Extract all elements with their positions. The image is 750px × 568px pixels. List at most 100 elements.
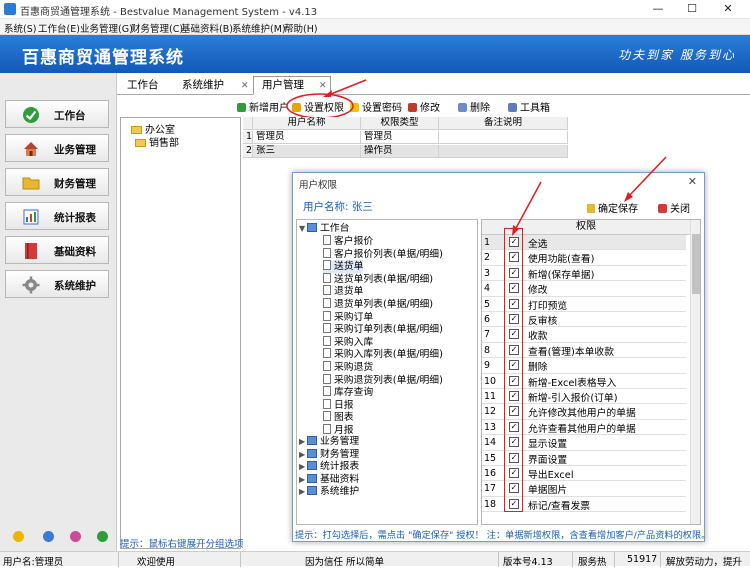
menu-system[interactable]: 系统(S) <box>4 21 36 35</box>
tree-node-function[interactable]: 图表 <box>323 411 354 424</box>
row-number: 12 <box>484 406 497 418</box>
tab-maintenance[interactable]: 系统维护 <box>182 77 224 95</box>
tree-node-function[interactable]: 客户报价列表(单据/明细) <box>323 247 443 261</box>
expand-icon: ▶ <box>299 449 306 459</box>
group-icon <box>307 223 317 232</box>
menu-basic-data[interactable]: 基础资料(B) <box>181 21 233 35</box>
permission-label: 新增-引入报价(订单) <box>528 393 618 404</box>
status-divider <box>660 552 661 567</box>
document-icon <box>323 361 331 371</box>
annotation-arrow <box>624 156 667 202</box>
tree-node-function[interactable]: 送货单 <box>323 260 364 274</box>
tree-node-group[interactable]: ▶ 基础资料 <box>299 473 360 486</box>
tree-node-function[interactable]: 库存查询 <box>323 386 373 399</box>
tree-node-group[interactable]: ▶ 财务管理 <box>299 448 359 461</box>
status-divider <box>118 552 119 567</box>
status-bar: 用户名:管理员 欢迎使用 因为信任 所以简单 版本号4.13 服务热 51917… <box>0 551 750 568</box>
nav-finance-button[interactable]: 财务管理 <box>5 168 109 196</box>
permission-label: 收款 <box>528 331 548 343</box>
trash-icon <box>458 103 467 112</box>
dialog-close-icon[interactable]: ✕ <box>688 175 697 188</box>
delete-button[interactable]: 删除 <box>458 99 490 114</box>
maximize-button[interactable]: ☐ <box>672 0 712 19</box>
nav-label: 业务管理 <box>54 144 96 156</box>
lock-icon <box>587 204 595 213</box>
highlight-box <box>504 228 523 512</box>
document-icon <box>323 411 331 422</box>
menu-workbench[interactable]: 工作台(E) <box>38 21 80 35</box>
tree-node-function[interactable]: 采购退货 <box>323 361 373 374</box>
add-user-button[interactable]: 新增用户 <box>237 99 289 114</box>
tree-node-function[interactable]: 采购订单 <box>323 310 373 324</box>
close-button[interactable]: ✕ <box>708 0 748 19</box>
nav-reports-button[interactable]: 统计报表 <box>5 202 109 230</box>
edit-button[interactable]: 修改 <box>408 99 440 114</box>
bottom-tool-icon[interactable] <box>70 531 81 542</box>
tab-close-icon[interactable]: ✕ <box>241 81 249 91</box>
permission-label: 打印预览 <box>528 300 568 312</box>
menu-finance[interactable]: 财务管理(C) <box>131 21 183 35</box>
nav-basic-data-button[interactable]: 基础资料 <box>5 236 109 264</box>
menu-business[interactable]: 业务管理(G) <box>80 21 133 35</box>
permission-label: 查看(管理)本单收款 <box>528 346 615 358</box>
vertical-scrollbar[interactable] <box>690 220 700 524</box>
expand-icon: ▶ <box>299 462 306 472</box>
tree-node-group[interactable]: ▶ 系统维护 <box>299 486 359 498</box>
tree-label: 图表 <box>334 412 354 424</box>
status-divider <box>614 552 615 567</box>
document-icon <box>323 335 331 346</box>
nav-maintenance-button[interactable]: 系统维护 <box>5 270 109 298</box>
tree-node-function[interactable]: 客户报价 <box>323 235 373 248</box>
tree-node-group[interactable]: ▶ 业务管理 <box>299 436 359 448</box>
tree-node-function[interactable]: 采购订单列表(单据/明细) <box>323 323 443 336</box>
permission-label: 标记/查看发票 <box>528 500 591 512</box>
department-tree: 办公室 销售部 <box>120 117 241 549</box>
tree-label: 退货单列表(单据/明细) <box>334 299 434 310</box>
row-number: 1 <box>484 237 491 248</box>
tree-node-workbench[interactable]: ▼ 工作台 <box>299 223 349 235</box>
tree-item-sales[interactable]: 销售部 <box>135 134 179 149</box>
tree-node-group[interactable]: ▶ 统计报表 <box>299 461 359 473</box>
tree-label: 工作台 <box>320 223 350 234</box>
set-password-button[interactable]: 设置密码 <box>350 99 402 114</box>
tab-bar: 工作台 系统维护 ✕ 用户管理 ✕ <box>117 75 750 95</box>
button-label: 新增用户 <box>249 103 289 114</box>
tab-workbench[interactable]: 工作台 <box>127 77 159 95</box>
row-number: 3 <box>484 267 491 279</box>
document-icon <box>323 298 331 308</box>
group-icon <box>307 448 317 458</box>
permission-label: 新增-Excel表格导入 <box>528 377 617 389</box>
document-icon <box>323 272 331 283</box>
gear-icon <box>22 276 40 294</box>
nav-business-button[interactable]: 业务管理 <box>5 134 109 162</box>
nav-workbench-button[interactable]: 工作台 <box>5 100 109 128</box>
toolbox-button[interactable]: 工具箱 <box>508 99 550 114</box>
button-label: 确定保存 <box>598 204 638 215</box>
menu-help[interactable]: 帮助(H) <box>284 21 318 35</box>
tree-node-function[interactable]: 退货单 <box>323 285 363 298</box>
scrollbar-thumb[interactable] <box>692 234 700 294</box>
document-icon <box>323 310 331 321</box>
row-number: 18 <box>484 498 497 510</box>
tree-label: 统计报表 <box>320 461 360 473</box>
bottom-tool-icon[interactable] <box>97 531 108 542</box>
tree-node-function[interactable]: 采购入库列表(单据/明细) <box>323 348 443 361</box>
user-name-label: 用户名称: 张三 <box>303 201 373 213</box>
button-label: 删除 <box>470 103 490 114</box>
tree-node-function[interactable]: 退货单列表(单据/明细) <box>323 298 433 311</box>
document-icon <box>323 348 331 359</box>
tree-label: 基础资料 <box>320 473 360 485</box>
window-title: 百惠商贸通管理系统 - Bestvalue Management System … <box>20 7 318 18</box>
permission-label: 单据图片 <box>528 485 568 497</box>
tree-node-function[interactable]: 采购入库 <box>323 335 373 349</box>
close-icon <box>658 204 667 213</box>
expand-icon: ▶ <box>299 474 306 484</box>
collapse-icon: ▼ <box>299 224 306 233</box>
user-table: 用户名称 权限类型 备注说明 1 管理员 管理员 2 张三 操作员 <box>243 117 568 165</box>
tree-node-function[interactable]: 采购退货列表(单据/明细) <box>323 373 443 387</box>
tree-node-function[interactable]: 日报 <box>323 398 354 412</box>
menu-maintenance[interactable]: 系统维护(M) <box>232 21 286 35</box>
tree-node-function[interactable]: 送货单列表(单据/明细) <box>323 272 433 286</box>
bottom-tool-icon[interactable] <box>43 531 54 542</box>
bottom-tool-icon[interactable] <box>13 531 24 542</box>
